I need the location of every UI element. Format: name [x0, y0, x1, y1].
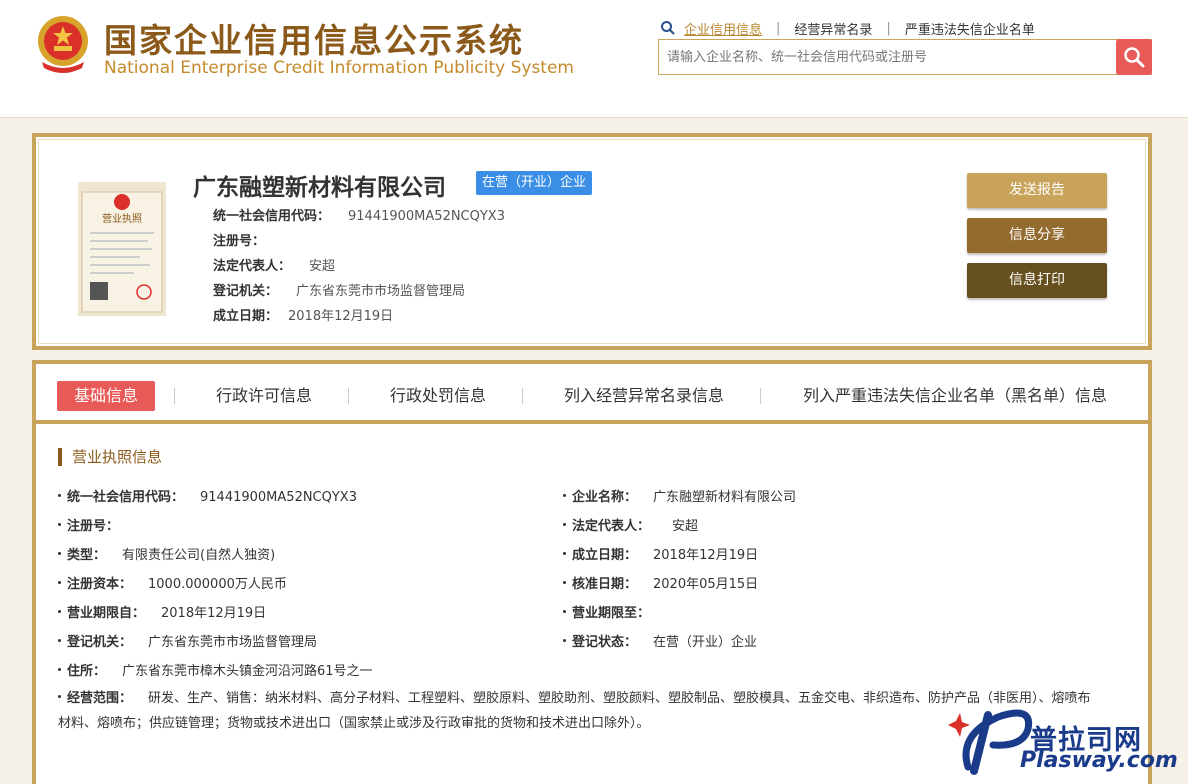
- field-value: 2018年12月19日: [288, 309, 394, 324]
- detail-field: 注册号：: [58, 515, 119, 534]
- field-label: 注册号：: [67, 519, 120, 534]
- detail-field: 登记机关： 广东省东莞市市场监督管理局: [58, 631, 317, 650]
- company-name: 广东融塑新材料有限公司: [193, 175, 446, 201]
- tab-basic-info[interactable]: 基础信息: [57, 381, 155, 411]
- field-value: 安超: [309, 259, 336, 274]
- summary-field: 登记机关： 广东省东莞市市场监督管理局: [213, 280, 465, 299]
- field-label: 营业期限自：: [67, 606, 146, 621]
- search-box: [658, 39, 1152, 75]
- detail-field: 统一社会信用代码： 91441900MA52NCQYX3: [58, 486, 357, 505]
- field-label: 类型：: [67, 548, 107, 563]
- summary-field: 统一社会信用代码： 91441900MA52NCQYX3: [213, 205, 505, 224]
- site-title-cn: 国家企业信用信息公示系统: [104, 21, 524, 60]
- section-title: 营业执照信息: [58, 448, 162, 466]
- field-label: 统一社会信用代码：: [67, 490, 185, 505]
- search-input[interactable]: [659, 40, 1115, 74]
- tab-admin-penalty[interactable]: 行政处罚信息: [370, 381, 506, 411]
- top-nav: 企业信用信息 | 经营异常名录 | 严重违法失信企业名单: [660, 18, 1035, 38]
- detail-field: 登记状态： 在营（开业）企业: [563, 631, 757, 650]
- tab-admin-license[interactable]: 行政许可信息: [196, 381, 332, 411]
- tab-separator: [174, 388, 175, 404]
- print-info-button[interactable]: 信息打印: [967, 263, 1107, 298]
- site-title-en: National Enterprise Credit Information P…: [104, 58, 574, 78]
- field-value: 2020年05月15日: [653, 577, 759, 592]
- share-info-button[interactable]: 信息分享: [967, 218, 1107, 253]
- send-report-button[interactable]: 发送报告: [967, 173, 1107, 208]
- nav-separator: |: [886, 20, 891, 36]
- nav-link-abnormal-list[interactable]: 经营异常名录: [794, 19, 872, 38]
- tab-separator: [348, 388, 349, 404]
- field-label: 住所：: [67, 664, 107, 679]
- field-label: 法定代表人：: [572, 519, 651, 534]
- svg-text:营业执照: 营业执照: [102, 212, 142, 225]
- field-value: 有限责任公司(自然人独资): [122, 548, 276, 563]
- field-label: 注册资本：: [67, 577, 133, 592]
- tab-abnormal-list[interactable]: 列入经营异常名录信息: [544, 381, 744, 411]
- field-label: 登记状态：: [572, 635, 638, 650]
- field-label: 营业期限至：: [572, 606, 651, 621]
- field-value: 研发、生产、销售：纳米材料、高分子材料、工程塑料、塑胶原料、塑胶助剂、塑胶颜料、…: [58, 691, 1091, 731]
- field-value: 91441900MA52NCQYX3: [348, 209, 505, 224]
- search-icon: [1124, 47, 1145, 68]
- detail-field: 企业名称： 广东融塑新材料有限公司: [563, 486, 796, 505]
- field-value: 91441900MA52NCQYX3: [200, 490, 357, 505]
- detail-field: 注册资本： 1000.000000万人民币: [58, 573, 287, 592]
- field-label: 企业名称：: [572, 490, 638, 505]
- detail-field: 营业期限至：: [563, 602, 650, 621]
- field-label: 统一社会信用代码：: [213, 209, 331, 224]
- field-label: 法定代表人：: [213, 259, 292, 274]
- field-value: 2018年12月19日: [653, 548, 759, 563]
- watermark-url: Plasway.com: [1020, 748, 1178, 773]
- detail-field: 营业期限自： 2018年12月19日: [58, 602, 266, 621]
- tab-separator: [522, 388, 523, 404]
- detail-field: 成立日期： 2018年12月19日: [563, 544, 758, 563]
- field-label: 注册号：: [213, 234, 266, 249]
- detail-field: 核准日期： 2020年05月15日: [563, 573, 758, 592]
- field-label: 经营范围：: [67, 691, 133, 706]
- nav-separator: |: [776, 20, 781, 36]
- nav-link-credit-info[interactable]: 企业信用信息: [684, 19, 762, 38]
- search-button[interactable]: [1116, 39, 1152, 75]
- field-value: 广东省东莞市樟木头镇金河沿河路61号之一: [122, 664, 373, 679]
- status-badge: 在营（开业）企业: [476, 171, 593, 195]
- detail-field: 住所： 广东省东莞市樟木头镇金河沿河路61号之一: [58, 660, 373, 679]
- detail-field: 类型： 有限责任公司(自然人独资): [58, 544, 275, 563]
- field-value: 广东省东莞市市场监督管理局: [296, 284, 466, 299]
- field-label: 登记机关：: [67, 635, 133, 650]
- field-value: 广东融塑新材料有限公司: [653, 490, 797, 505]
- field-value: 安超: [672, 519, 699, 534]
- field-label: 成立日期：: [213, 309, 279, 324]
- tab-blacklist[interactable]: 列入严重违法失信企业名单（黑名单）信息: [790, 381, 1120, 411]
- field-value: 1000.000000万人民币: [148, 577, 287, 592]
- national-emblem-icon: [38, 16, 88, 73]
- nav-link-blacklist[interactable]: 严重违法失信企业名单: [905, 19, 1035, 38]
- detail-field: 法定代表人： 安超: [563, 515, 698, 534]
- summary-field: 法定代表人： 安超: [213, 255, 335, 274]
- field-value: 广东省东莞市市场监督管理局: [148, 635, 318, 650]
- field-label: 核准日期：: [572, 577, 638, 592]
- search-icon: [661, 21, 675, 35]
- business-license-icon: 营业执照: [78, 182, 166, 316]
- field-label: 成立日期：: [572, 548, 638, 563]
- summary-field: 注册号：: [213, 230, 283, 249]
- field-value: 在营（开业）企业: [653, 635, 758, 650]
- field-label: 登记机关：: [213, 284, 279, 299]
- field-value: 2018年12月19日: [161, 606, 267, 621]
- summary-field: 成立日期： 2018年12月19日: [213, 305, 393, 324]
- tab-separator: [760, 388, 761, 404]
